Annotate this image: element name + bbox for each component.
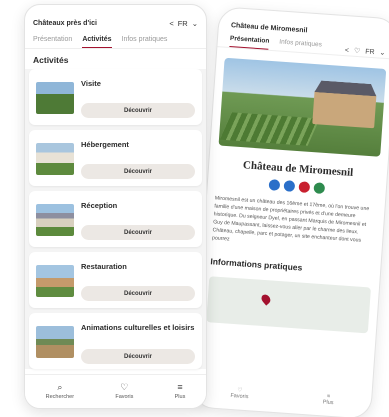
header: Châteaux près d'ici < FR ⌄: [25, 5, 206, 28]
restaurant-icon: [268, 179, 281, 191]
detail-phone-screen: Château de Miromesnil < ♡ FR ⌄ Présentat…: [191, 6, 389, 417]
page-title: Châteaux près d'ici: [33, 20, 97, 27]
activities-phone-screen: Châteaux près d'ici < FR ⌄ Présentation …: [24, 4, 207, 409]
nav-rechercher[interactable]: ⌕ Rechercher: [46, 382, 74, 401]
share-icon[interactable]: <: [169, 19, 173, 28]
activity-thumbnail: [36, 326, 74, 358]
activity-thumbnail: [36, 204, 74, 236]
heart-icon: ♡: [120, 382, 129, 392]
discover-button[interactable]: Découvrir: [81, 349, 195, 364]
tabs: Présentation Activités Infos pratiques: [25, 28, 206, 49]
tab-presentation[interactable]: Présentation: [229, 35, 270, 50]
share-icon[interactable]: <: [345, 47, 350, 54]
bottom-nav: ⌕ Rechercher ♡ Favoris ≡ Plus: [25, 374, 206, 408]
nav-favoris[interactable]: ♡ Favoris: [230, 387, 249, 400]
chevron-down-icon: ⌄: [379, 49, 386, 57]
nav-favoris[interactable]: ♡ Favoris: [115, 382, 133, 401]
activity-thumbnail: [36, 265, 74, 297]
list-item[interactable]: Hébergement Découvrir: [29, 130, 202, 186]
nav-plus[interactable]: ≡ Plus: [323, 393, 335, 406]
discover-button[interactable]: Découvrir: [81, 164, 195, 179]
list-item[interactable]: Visite Découvrir: [29, 69, 202, 125]
location-icon: [298, 181, 311, 193]
list-item[interactable]: Réception Découvrir: [29, 191, 202, 247]
activity-list: Visite Découvrir Hébergement Découvrir R…: [25, 69, 206, 369]
activity-thumbnail: [36, 82, 74, 114]
nav-plus[interactable]: ≡ Plus: [175, 382, 186, 401]
activity-label: Réception: [81, 201, 118, 210]
bottom-nav: ♡ Favoris ≡ Plus: [193, 384, 371, 408]
tab-presentation[interactable]: Présentation: [33, 36, 72, 48]
tab-activites[interactable]: Activités: [82, 36, 112, 48]
accommodation-icon: [283, 180, 296, 192]
map-view[interactable]: [206, 276, 371, 334]
language-selector[interactable]: FR: [178, 19, 188, 28]
nature-icon: [313, 182, 326, 195]
discover-button[interactable]: Découvrir: [81, 225, 195, 240]
map-pin-icon[interactable]: [259, 292, 273, 306]
activity-label: Hébergement: [81, 140, 129, 149]
tab-infos-pratiques[interactable]: Infos pratiques: [279, 38, 322, 53]
tab-infos-pratiques[interactable]: Infos pratiques: [122, 36, 168, 48]
activity-label: Restauration: [81, 262, 127, 271]
chevron-down-icon: ⌄: [191, 19, 198, 28]
header-tools: < FR ⌄: [169, 19, 198, 28]
list-item[interactable]: Animations culturelles et loisirs Découv…: [29, 313, 202, 369]
heart-icon[interactable]: ♡: [354, 47, 361, 55]
activity-label: Animations culturelles et loisirs: [81, 323, 195, 332]
language-selector[interactable]: FR: [365, 48, 375, 56]
activity-thumbnail: [36, 143, 74, 175]
chateau-photo: [218, 57, 387, 157]
menu-icon: ≡: [177, 382, 183, 392]
discover-button[interactable]: Découvrir: [81, 286, 195, 301]
activity-label: Visite: [81, 79, 101, 88]
list-item[interactable]: Restauration Découvrir: [29, 252, 202, 308]
section-title: Activités: [33, 55, 69, 65]
discover-button[interactable]: Découvrir: [81, 103, 195, 118]
search-icon: ⌕: [57, 382, 63, 392]
